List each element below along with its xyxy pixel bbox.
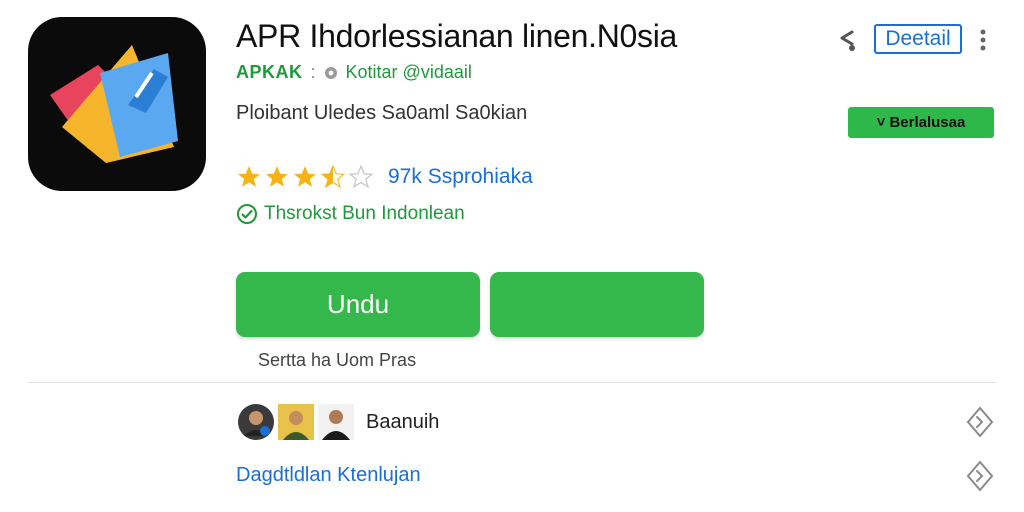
install-small-label: Berlalusaa [889,114,966,131]
app-icon [28,17,206,191]
app-title: APR Ihdorlessianan linen.N0sia [236,18,678,54]
check-circle-icon [237,204,257,224]
secondary-action-button[interactable] [490,272,704,337]
star-full-icon [266,166,288,187]
developer-row: APKAK : Kotitar @vidaail [236,62,472,83]
app-category: Ploibant Uledes Sa0aml Sa0kian [236,102,528,124]
star-full-icon [238,166,260,187]
avatar [318,404,354,440]
download-button[interactable]: Undu [236,272,480,337]
social-label: Baanuih [366,410,440,433]
avatar [278,404,314,440]
details-link[interactable]: Dagdtldlan Ktenlujan [236,464,421,487]
download-button-label: Undu [326,289,390,319]
developer-separator: : [310,62,316,82]
developer-subtitle: Kotitar @vidaail [345,62,472,82]
action-caption: Sertta ha Uom Pras [258,350,417,370]
social-row[interactable]: Baanuih [238,404,439,440]
app-logo-icon [50,45,178,163]
verified-text: Thsrokst Bun Indonlean [264,203,465,224]
rating-row: 97k Ssprohiaka [236,164,533,190]
review-count[interactable]: 97k Ssprohiaka [388,165,533,189]
install-small-button[interactable]: ˅ Berlalusaa [848,107,994,138]
avatar [238,404,274,440]
star-rating [236,164,374,190]
verified-row: Thsrokst Bun Indonlean [236,203,465,225]
share-icon[interactable] [832,26,860,54]
developer-name[interactable]: APKAK [236,62,303,83]
chevron-diamond-icon[interactable] [964,404,996,440]
section-divider [28,382,996,383]
detail-button[interactable]: Deetail [874,24,962,54]
star-full-icon [294,166,316,187]
star-empty-icon [348,164,374,189]
location-icon [324,66,337,79]
chevron-diamond-icon[interactable] [964,458,996,494]
chevron-down-icon: ˅ [876,114,886,131]
more-vert-icon[interactable] [976,26,990,54]
star-half-icon [320,164,346,188]
